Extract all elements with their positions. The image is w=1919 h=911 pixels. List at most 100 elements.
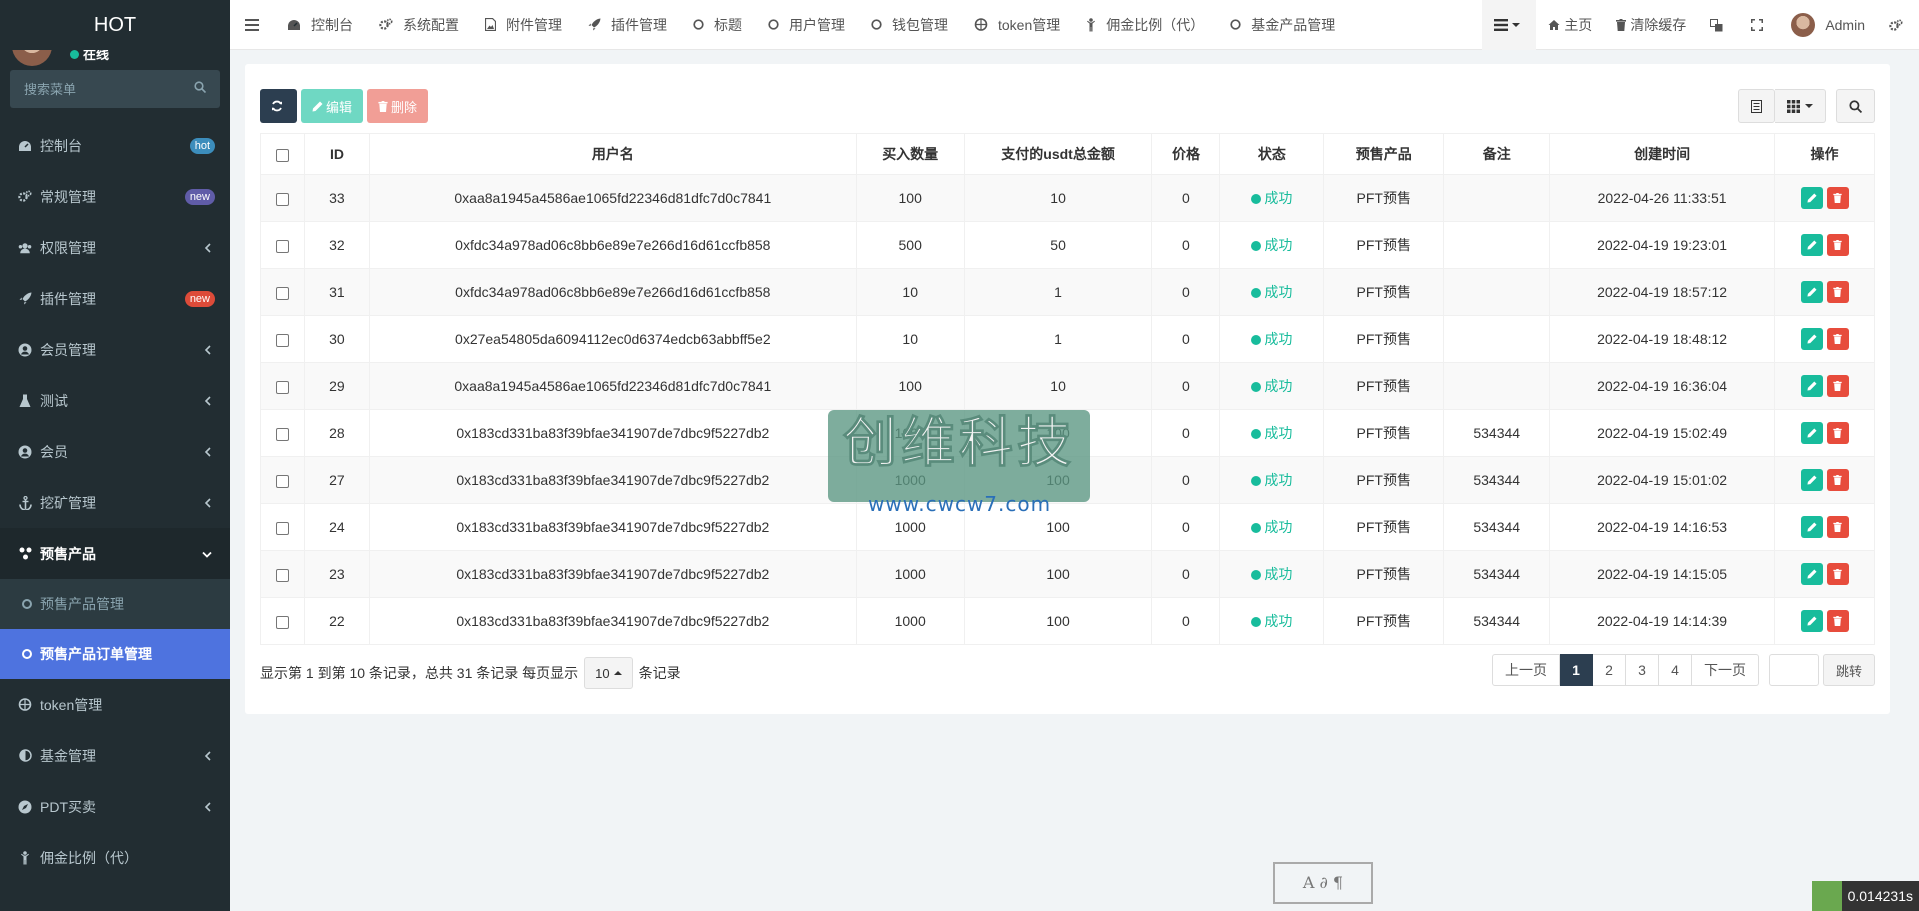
row-edit-button[interactable]	[1800, 563, 1823, 585]
sidebar-item-1[interactable]: 控制台 hot	[0, 120, 230, 171]
row-checkbox[interactable]	[275, 286, 289, 300]
column-header-9[interactable]: 创建时间	[1549, 133, 1775, 175]
column-header-2[interactable]: 用户名	[368, 133, 857, 175]
column-header-8[interactable]: 备注	[1443, 133, 1551, 175]
row-edit-button[interactable]	[1800, 328, 1823, 350]
home-link[interactable]: 主页	[1536, 0, 1604, 50]
sidebar-item-3[interactable]: 权限管理	[0, 222, 230, 273]
user-menu[interactable]: Admin	[1779, 0, 1877, 50]
sidebar-item-3-after[interactable]: PDT买卖	[0, 781, 230, 832]
refresh-button[interactable]	[260, 89, 297, 123]
table-cell: PFT预售	[1323, 503, 1445, 551]
row-checkbox[interactable]	[275, 568, 289, 582]
column-header-7[interactable]: 预售产品	[1323, 133, 1445, 175]
toggle-view-button[interactable]	[1738, 89, 1775, 123]
sidebar-item-8[interactable]: 挖矿管理	[0, 477, 230, 528]
row-checkbox[interactable]	[275, 239, 289, 253]
sidebar-item-9[interactable]: 预售产品	[0, 528, 230, 579]
row-delete-button[interactable]	[1826, 516, 1849, 538]
nav-tab-6[interactable]: 用户管理	[755, 0, 858, 50]
nav-tab-8[interactable]: token管理	[961, 0, 1073, 50]
menu-search-input[interactable]	[10, 70, 220, 108]
jump-page-input[interactable]	[1768, 654, 1819, 686]
column-header-3[interactable]: 买入数量	[855, 133, 965, 175]
nav-tab-3[interactable]: 附件管理	[472, 0, 575, 50]
row-delete-button[interactable]	[1826, 328, 1849, 350]
row-checkbox[interactable]	[275, 333, 289, 347]
row-checkbox[interactable]	[275, 521, 289, 535]
select-all-checkbox[interactable]	[275, 148, 289, 162]
sidebar-item-2-after[interactable]: 基金管理	[0, 730, 230, 781]
nav-tab-7[interactable]: 钱包管理	[858, 0, 961, 50]
row-edit-button[interactable]	[1800, 375, 1823, 397]
search-toggle-button[interactable]	[1836, 89, 1875, 123]
pencil-icon	[1806, 428, 1817, 438]
submenu-item-1[interactable]: 预售产品管理	[0, 579, 230, 629]
fullscreen-button[interactable]	[1739, 0, 1779, 50]
row-edit-button[interactable]	[1800, 187, 1823, 209]
row-edit-button[interactable]	[1800, 422, 1823, 444]
app-logo[interactable]: HOT	[0, 0, 230, 50]
sidebar-item-5[interactable]: 会员管理	[0, 324, 230, 375]
sidebar-item-label: 挖矿管理	[40, 494, 96, 511]
sidebar-item-4[interactable]: 插件管理 new	[0, 273, 230, 324]
column-header-6[interactable]: 状态	[1219, 133, 1325, 175]
clear-cache-button[interactable]: 清除缓存	[1604, 0, 1698, 50]
page-button-4[interactable]: 4	[1658, 654, 1692, 686]
search-icon[interactable]	[194, 81, 206, 93]
page-button-3[interactable]: 3	[1625, 654, 1659, 686]
orders-table: ID 用户名 买入数量 支付的usdt总金额 价格 状态 预售产品 备注 创建时间 操作 33 0x…	[260, 133, 1875, 645]
row-delete-button[interactable]	[1826, 187, 1849, 209]
trash-icon	[1833, 334, 1842, 344]
sidebar-item-2[interactable]: 常规管理 new	[0, 171, 230, 222]
row-actions-cell	[1774, 221, 1875, 269]
nav-tab-9[interactable]: 佣金比例（代）	[1073, 0, 1217, 50]
row-delete-button[interactable]	[1826, 469, 1849, 491]
row-edit-button[interactable]	[1800, 516, 1823, 538]
row-delete-button[interactable]	[1826, 563, 1849, 585]
page-button-2[interactable]: 2	[1592, 654, 1626, 686]
nav-tab-2[interactable]: 系统配置	[366, 0, 472, 50]
row-delete-button[interactable]	[1826, 422, 1849, 444]
sidebar-item-7[interactable]: 会员	[0, 426, 230, 477]
row-delete-button[interactable]	[1826, 234, 1849, 256]
page-size-dropdown[interactable]: 10	[584, 657, 633, 689]
nav-tab-4[interactable]: 插件管理	[575, 0, 680, 50]
submenu-item-2[interactable]: 预售产品订单管理	[0, 629, 230, 679]
row-delete-button[interactable]	[1826, 610, 1849, 632]
row-checkbox[interactable]	[275, 474, 289, 488]
row-delete-button[interactable]	[1826, 281, 1849, 303]
sidebar-item-6[interactable]: 测试	[0, 375, 230, 426]
sidebar-toggle-button[interactable]	[230, 0, 274, 50]
row-edit-button[interactable]	[1800, 469, 1823, 491]
sidebar-item-1-after[interactable]: token管理	[0, 679, 230, 730]
row-checkbox[interactable]	[275, 427, 289, 441]
columns-dropdown[interactable]	[1775, 89, 1826, 123]
page-button-1[interactable]: 1	[1559, 654, 1593, 686]
row-checkbox[interactable]	[275, 380, 289, 394]
column-header-1[interactable]: ID	[303, 133, 370, 175]
sidebar-item-4-after[interactable]: 佣金比例（代）	[0, 832, 230, 883]
watermark-url: www.cwcw7.com	[868, 492, 1052, 516]
status-dot-icon	[1251, 570, 1262, 580]
column-header-5[interactable]: 价格	[1151, 133, 1221, 175]
translate-button[interactable]	[1698, 0, 1739, 50]
edit-button[interactable]: 编辑	[301, 89, 364, 123]
next-page-button[interactable]: 下一页	[1691, 654, 1759, 686]
menu-layout-dropdown[interactable]	[1482, 0, 1537, 50]
row-checkbox[interactable]	[275, 192, 289, 206]
nav-tab-10[interactable]: 基金产品管理	[1217, 0, 1348, 50]
row-edit-button[interactable]	[1800, 610, 1823, 632]
row-delete-button[interactable]	[1826, 375, 1849, 397]
column-header-4[interactable]: 支付的usdt总金额	[963, 133, 1153, 175]
row-edit-button[interactable]	[1800, 234, 1823, 256]
nav-tab-5[interactable]: 标题	[680, 0, 755, 50]
row-checkbox[interactable]	[275, 615, 289, 629]
jump-button[interactable]: 跳转	[1822, 654, 1875, 686]
row-edit-button[interactable]	[1800, 281, 1823, 303]
nav-tab-1[interactable]: 控制台	[274, 0, 366, 50]
settings-button[interactable]	[1877, 0, 1919, 50]
column-header-10[interactable]: 操作	[1774, 133, 1875, 175]
prev-page-button[interactable]: 上一页	[1491, 654, 1560, 686]
delete-button[interactable]: 删除	[367, 89, 429, 123]
